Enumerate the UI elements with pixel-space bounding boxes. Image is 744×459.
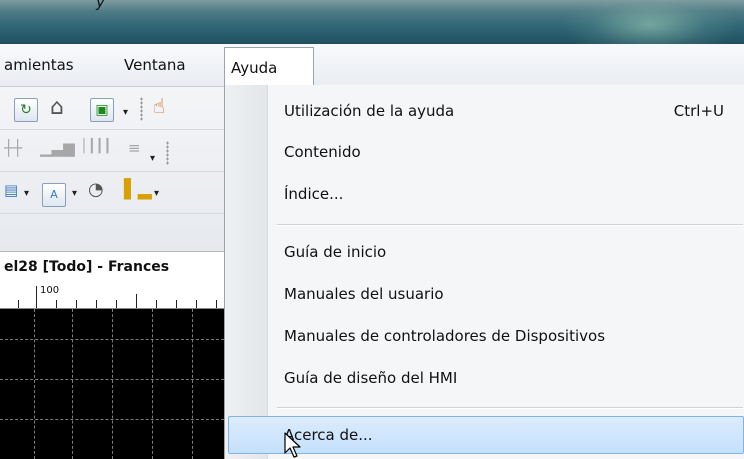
- window-title-fragment: y: [96, 0, 105, 11]
- mouse-cursor-icon: [284, 432, 301, 458]
- toolbar-row-3: ▤ ▾ A ▾ ◔ ▌▂ ▾: [0, 171, 224, 214]
- toolbar-row-2: ┼┼ ▁▃▆ │┃┃┃ ≡ ▾: [0, 129, 224, 172]
- menu-ayuda[interactable]: Ayuda: [224, 47, 314, 85]
- window-icon[interactable]: A: [42, 183, 66, 207]
- chevron-down-icon[interactable]: ▾: [72, 188, 77, 199]
- chevron-down-icon[interactable]: ▾: [24, 188, 29, 199]
- ruler-tick: [156, 300, 157, 308]
- pointer-hand-icon[interactable]: ☝: [153, 94, 165, 118]
- menu-bar: amientas Ventana: [0, 44, 744, 87]
- ruler-tick: [56, 300, 57, 308]
- menu-item-manuales-controladores[interactable]: Manuales de controladores de Dispositivo…: [225, 318, 744, 356]
- grid-line: [112, 309, 113, 459]
- document-tab-header[interactable]: el28 [Todo] - Frances: [0, 251, 224, 285]
- menu-herramientas[interactable]: amientas: [4, 56, 74, 74]
- grid-line: [0, 419, 224, 420]
- horizontal-ruler: 100: [0, 284, 224, 309]
- menu-item-label: Manuales de controladores de Dispositivo…: [284, 327, 606, 345]
- design-canvas[interactable]: [0, 309, 224, 459]
- menu-item-label: Guía de diseño del HMI: [284, 369, 458, 387]
- grid-line: [152, 309, 153, 459]
- chevron-down-icon[interactable]: ▾: [150, 153, 155, 164]
- document-title: el28 [Todo] - Frances: [4, 259, 170, 275]
- toolbar-grip[interactable]: [166, 141, 169, 165]
- toolbar-area: ↻ ⌂ ▣ ▾ ☝ ┼┼ ▁▃▆ │┃┃┃ ≡ ▾ ▤ ▾ A ▾ ◔ ▌▂ ▾: [0, 87, 224, 251]
- menu-item-label: Guía de inicio: [284, 243, 387, 261]
- bar-chart-icon[interactable]: ▁▃▆: [40, 139, 75, 157]
- ruler-tick: [196, 300, 197, 308]
- grid-line: [34, 309, 35, 459]
- ruler-tick: [176, 300, 177, 308]
- menu-item-utilizacion-ayuda[interactable]: Utilización de la ayuda Ctrl+U: [225, 93, 744, 131]
- menu-item-label: Contenido: [284, 143, 361, 161]
- grid-line: [0, 339, 224, 340]
- grid-line: [192, 309, 193, 459]
- distribute-icon[interactable]: ┼┼: [4, 139, 22, 157]
- new-page-icon[interactable]: ▣: [90, 98, 114, 122]
- home-icon[interactable]: ⌂: [50, 95, 64, 120]
- ruler-tick: [216, 300, 217, 308]
- ruler-tick: [36, 286, 37, 308]
- grid-line: [72, 309, 73, 459]
- ruler-tick: [116, 300, 117, 308]
- help-menu-dropdown: Utilización de la ayuda Ctrl+U Contenido…: [224, 85, 744, 459]
- list-icon[interactable]: ≡: [128, 139, 141, 157]
- gauge-icon[interactable]: ◔: [88, 179, 104, 200]
- grid-line: [0, 379, 224, 380]
- menu-separator: [277, 407, 743, 409]
- ruler-tick: [18, 300, 19, 308]
- refresh-icon[interactable]: ↻: [14, 98, 38, 122]
- ruler-icon[interactable]: │┃┃┃: [80, 139, 111, 154]
- menu-item-indice[interactable]: Índice...: [225, 176, 744, 214]
- menu-ayuda-label: Ayuda: [231, 59, 278, 77]
- menu-item-guia-inicio[interactable]: Guía de inicio: [225, 234, 744, 272]
- column-chart-icon[interactable]: ▌▂: [124, 179, 152, 200]
- menu-item-label: Manuales del usuario: [284, 285, 444, 303]
- menu-item-label: Utilización de la ayuda: [284, 102, 455, 120]
- menu-item-contenido[interactable]: Contenido: [225, 134, 744, 172]
- window-title-bar: y: [0, 0, 744, 44]
- menu-item-manuales-usuario[interactable]: Manuales del usuario: [225, 276, 744, 314]
- menu-item-guia-diseno-hmi[interactable]: Guía de diseño del HMI: [225, 360, 744, 398]
- ruler-tick: [96, 300, 97, 308]
- menu-item-shortcut: Ctrl+U: [673, 102, 724, 120]
- chevron-down-icon[interactable]: ▾: [123, 107, 128, 118]
- toolbar-row-4: [0, 213, 224, 251]
- ruler-tick: [136, 294, 137, 308]
- menu-separator: [277, 224, 743, 226]
- title-bar-glare: [560, 0, 740, 44]
- toolbar-row-1: ↻ ⌂ ▣ ▾ ☝: [0, 87, 224, 130]
- ruler-label: 100: [40, 285, 60, 296]
- menu-ventana[interactable]: Ventana: [124, 56, 186, 74]
- ruler-tick: [76, 300, 77, 308]
- toolbar-grip[interactable]: [140, 97, 143, 121]
- menu-item-label: Índice...: [284, 185, 344, 203]
- chevron-down-icon[interactable]: ▾: [154, 188, 159, 199]
- layer-icon[interactable]: ▤: [4, 181, 18, 199]
